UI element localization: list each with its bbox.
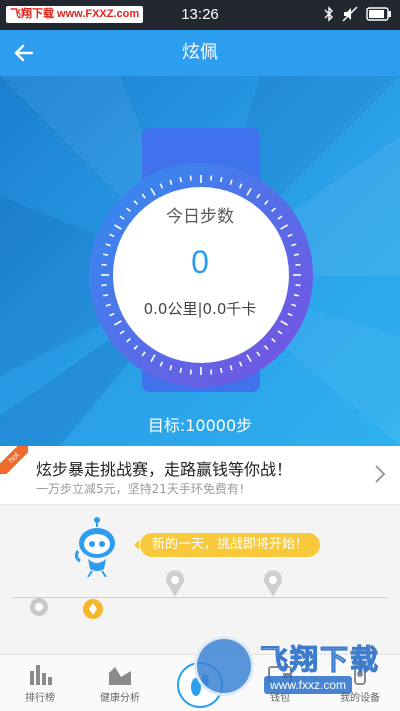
bluetooth-icon [324, 6, 334, 22]
dial-tick [210, 369, 213, 375]
dial-tick [210, 175, 213, 181]
dial-tick [101, 284, 107, 287]
watermark-logo-icon [194, 636, 254, 696]
status-icons [324, 6, 392, 22]
nav-label: 健康分析 [100, 693, 140, 704]
dial-tick [103, 293, 109, 297]
step-count: 0 [191, 244, 209, 280]
dial-tick [293, 293, 299, 297]
timeline-start-marker-icon [30, 598, 48, 616]
nav-item-health-analysis[interactable]: 健康分析 [80, 663, 160, 704]
mute-icon [342, 6, 358, 22]
robot-mascot-icon [74, 517, 115, 577]
chevron-right-icon [375, 465, 386, 483]
site-watermark: 飞翔下载 www.fxxz.com [190, 632, 400, 704]
step-dashboard: 今日步数 0 0.0公里|0.0千卡 目标:10000步 [0, 76, 400, 446]
nav-item-ranking[interactable]: 排行榜 [0, 663, 80, 704]
timeline-milestone-marker-icon [264, 570, 282, 597]
watermark-url: www.fxxz.com [264, 676, 353, 694]
status-bar: 飞翔下载 www.FXXZ.com 13:26 [0, 0, 400, 30]
watermark-brand: 飞翔下载 [259, 643, 381, 677]
challenge-banner[interactable]: hot 炫步暴走挑战赛，走路赢钱等你战！ 一万步立减5元，坚持21天手环免费有！ [0, 446, 400, 504]
area-chart-icon [109, 667, 131, 685]
title-bar: 炫佩 [0, 30, 400, 76]
hot-badge: hot [0, 446, 28, 474]
challenge-title: 炫步暴走挑战赛，走路赢钱等你战！ [36, 460, 293, 479]
timeline-milestone-marker-icon [166, 570, 184, 597]
dial-tick [179, 367, 183, 373]
timeline-current-marker-icon [83, 599, 103, 619]
battery-icon [366, 7, 392, 21]
dial-tick [219, 367, 223, 373]
dial-tick [189, 175, 192, 181]
nav-label: 排行榜 [25, 693, 55, 704]
bar-chart-icon [30, 665, 52, 685]
timeline-track [12, 597, 388, 598]
step-goal[interactable]: 目标:10000步 [0, 412, 400, 436]
dial-title: 今日步数 [166, 207, 234, 227]
dial-tick [189, 369, 192, 375]
distance-calories: 0.0公里|0.0千卡 [143, 300, 257, 318]
challenge-subtitle: 一万步立减5元，坚持21天手环免费有！ [36, 482, 251, 496]
timeline-message: 新的一天，挑战即将开始！ [133, 533, 321, 557]
dial-tick [179, 177, 183, 183]
dial-tick [219, 177, 223, 183]
page-title: 炫佩 [182, 42, 218, 63]
dial-tick [295, 284, 301, 287]
